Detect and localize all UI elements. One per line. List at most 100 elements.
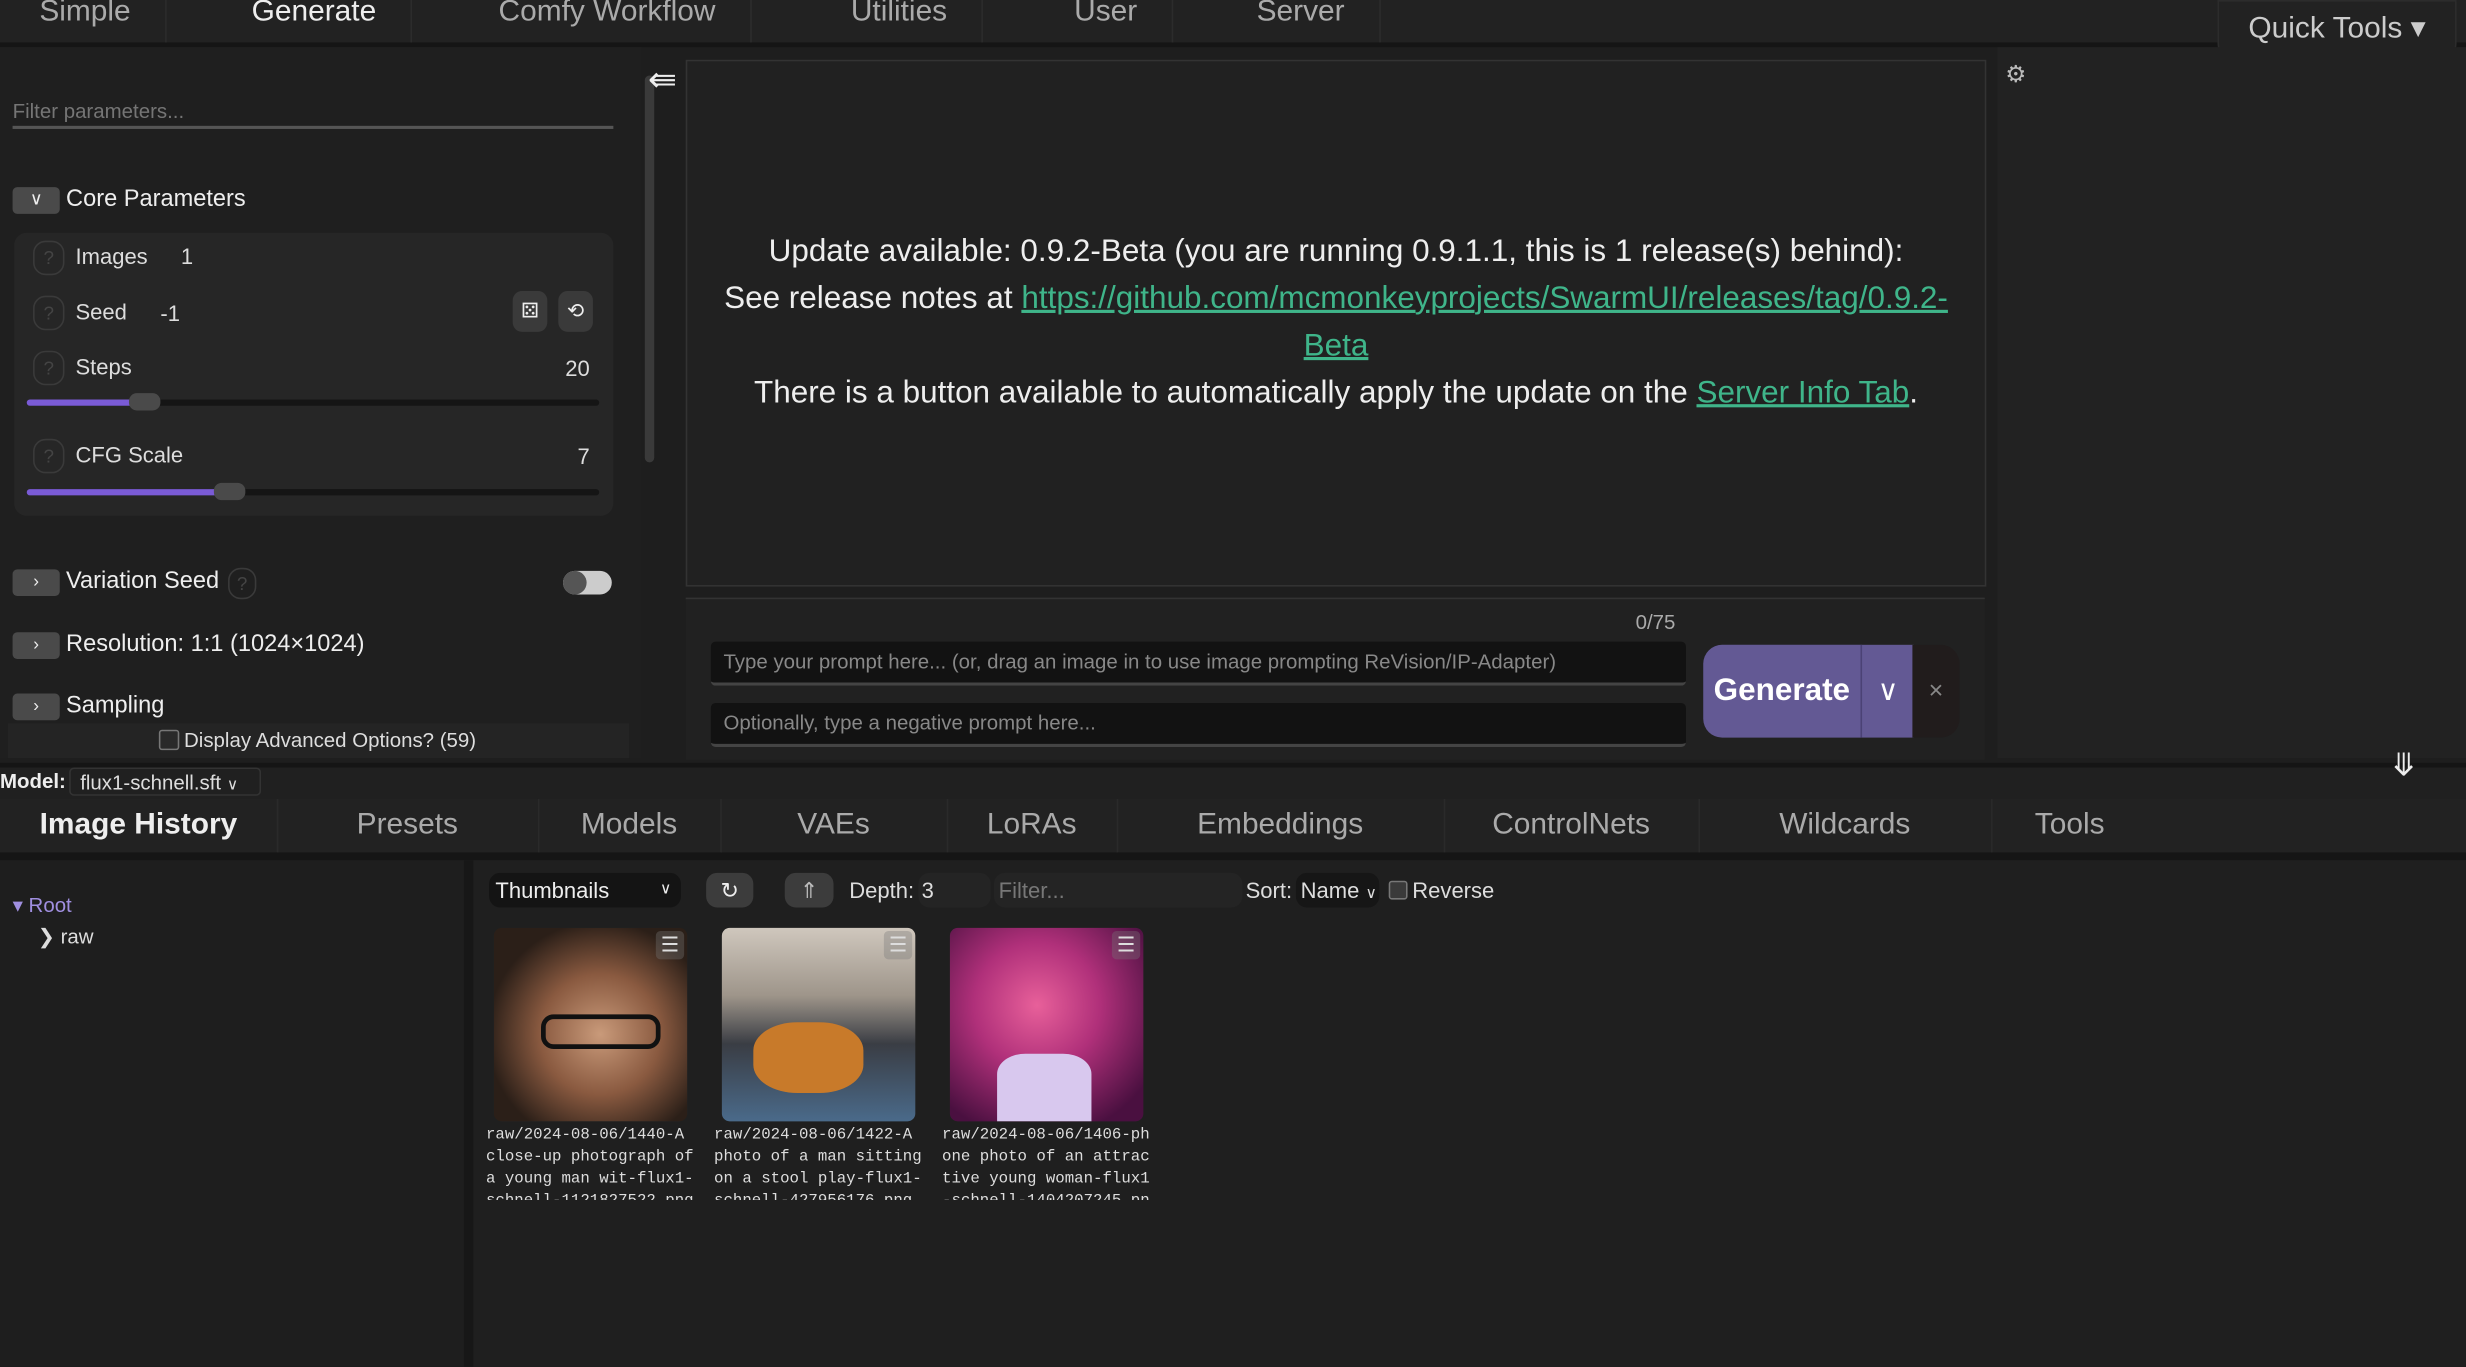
reverse-label: Reverse [1412,877,1495,903]
prompt-input[interactable]: Type your prompt here... (or, drag an im… [710,641,1686,686]
collapse-bottom-panel-icon[interactable]: ⤋ [2391,745,2417,784]
model-select[interactable]: flux1-schnell.sft ∨ [69,767,262,796]
clothing-decoration [997,1053,1092,1122]
view-mode-select[interactable]: Thumbnails ∨ [489,872,681,908]
image-caption: raw/2024-08-06/1440-A close-up photograp… [485,1127,694,1200]
help-icon[interactable]: ? [33,295,65,331]
tab-wildcards[interactable]: Wildcards [1699,798,1993,853]
advanced-options-checkbox[interactable] [158,729,180,751]
image-thumbnail[interactable]: ☰ [721,927,916,1122]
image-browser: Thumbnails ∨ ↻ ⇑ Depth: 3 Filter... Sort:… [473,860,2466,1367]
tab-presets[interactable]: Presets [277,798,540,853]
tab-models[interactable]: Models [538,798,722,853]
tree-item-raw[interactable]: ❯ raw [38,925,94,950]
guitar-decoration [753,1022,864,1094]
help-icon[interactable]: ? [33,240,65,276]
up-folder-icon[interactable]: ⇑ [784,872,834,908]
tab-vaes[interactable]: VAEs [720,798,949,853]
depth-input[interactable]: 3 [918,872,991,908]
variation-seed-toggle[interactable] [563,570,612,595]
model-value: flux1-schnell.sft [80,770,222,795]
steps-slider[interactable] [26,393,600,411]
help-icon[interactable]: ? [33,350,65,386]
tab-image-history[interactable]: Image History [0,798,279,853]
menu-icon[interactable]: ☰ [1111,931,1141,960]
seed-input[interactable]: -1 [160,300,180,325]
tree-root-label: Root [28,893,72,917]
chevron-down-icon: ∨ [226,776,239,795]
tree-item-root[interactable]: ▾ Root [13,893,72,918]
cfg-scale-input[interactable]: 7 [558,444,590,469]
dice-random-seed-icon[interactable]: ⚄ [512,290,548,332]
sort-select[interactable]: Name ∨ [1295,872,1380,908]
help-icon[interactable]: ? [33,438,65,474]
menu-icon[interactable]: ☰ [655,931,685,960]
bottom-tabs: Image History Presets Models VAEs LoRAs … [0,798,2466,861]
collapse-core-button[interactable]: ∨ [12,187,60,214]
release-notes-link[interactable]: https://github.com/mcmonkeyprojects/Swar… [1021,282,1948,364]
images-label: Images [75,243,148,269]
collapse-left-panel-icon[interactable]: ⇚ [648,60,677,101]
help-icon[interactable]: ? [228,567,257,600]
negative-prompt-input[interactable]: Optionally, type a negative prompt here.… [710,702,1686,748]
tab-loras[interactable]: LoRAs [947,798,1119,853]
seed-label: Seed [75,298,127,324]
menu-icon[interactable]: ☰ [883,931,913,960]
tab-comfy-workflow[interactable]: Comfy Workflow [464,0,752,43]
reuse-seed-icon[interactable]: ⟲ [558,290,593,332]
chevron-down-icon: ∨ [660,880,672,899]
tab-embeddings[interactable]: Embeddings [1117,798,1446,853]
filter-parameters-input[interactable] [12,94,614,129]
update-line2-prefix: See release notes at [724,281,1022,317]
update-line3-suffix: . [1909,375,1918,411]
cfg-scale-label: CFG Scale [75,441,184,468]
steps-input[interactable]: 20 [558,355,589,380]
images-input[interactable]: 1 [181,244,193,269]
chevron-down-icon: ∨ [1365,885,1378,903]
cancel-generation-close-icon[interactable]: × [1912,644,1960,738]
generate-button[interactable]: Generate [1703,644,1861,738]
update-line3-prefix: There is a button available to automatic… [754,375,1697,411]
chevron-down-icon: ▾ [12,893,23,917]
tab-generate[interactable]: Generate [217,0,413,43]
app: Simple Generate Comfy Workflow Utilities… [0,0,2466,1367]
image-preview-panel [1997,47,2466,759]
steps-label: Steps [75,353,132,380]
sort-label: Sort: [1245,877,1293,903]
expand-resolution-button[interactable]: › [12,632,60,659]
tab-utilities[interactable]: Utilities [816,0,984,43]
chevron-right-icon: ❯ [37,924,55,949]
cfg-scale-slider[interactable] [26,482,600,501]
cfg-slider-fill [26,489,228,496]
update-notice: Update available: 0.9.2-Beta (you are ru… [685,59,1987,587]
advanced-options-label: Display Advanced Options? (59) [184,728,477,752]
server-info-tab-link[interactable]: Server Info Tab [1697,376,1910,411]
token-count: 0/75 [1635,610,1676,634]
generate-options-chevron-icon[interactable]: ∨ [1860,644,1914,738]
tab-user[interactable]: User [1040,0,1174,43]
parameters-scrollbar[interactable] [644,75,655,463]
steps-slider-thumb[interactable] [128,393,161,411]
tab-simple[interactable]: Simple [5,0,167,43]
gear-icon[interactable]: ⚙ [2005,60,2026,88]
advanced-options-row: Display Advanced Options? (59) [7,723,630,759]
sampling-title: Sampling [66,691,165,719]
update-line1: Update available: 0.9.2-Beta (you are ru… [768,234,1904,269]
variation-seed-title: Variation Seed [66,567,220,595]
sort-value: Name [1300,877,1360,903]
model-bar: Model: flux1-schnell.sft ∨ [0,762,2466,804]
reverse-checkbox[interactable] [1388,880,1408,900]
expand-sampling-button[interactable]: › [12,693,60,721]
cfg-slider-thumb[interactable] [214,482,246,501]
tab-server[interactable]: Server [1222,0,1381,43]
image-thumbnail[interactable]: ☰ [493,927,688,1122]
core-parameters-title: Core Parameters [66,185,246,213]
refresh-icon[interactable]: ↻ [706,872,754,908]
image-thumbnail[interactable]: ☰ [949,927,1144,1122]
browser-filter-input[interactable]: Filter... [993,872,1243,908]
expand-variation-seed-button[interactable]: › [12,569,60,597]
steps-slider-fill [26,399,142,406]
tab-controlnets[interactable]: ControlNets [1444,798,1701,853]
tab-tools[interactable]: Tools [1991,799,2148,852]
depth-label: Depth: [849,877,915,903]
